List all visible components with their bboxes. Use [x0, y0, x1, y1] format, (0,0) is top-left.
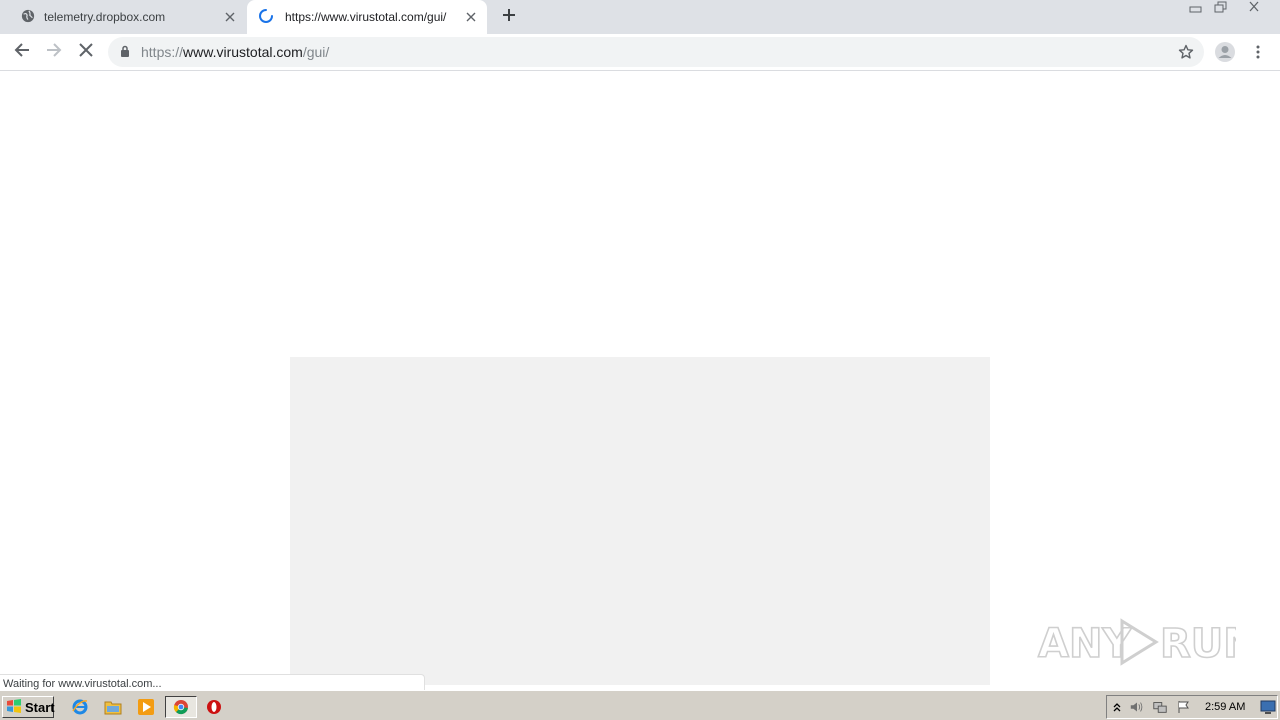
forward-button[interactable]	[42, 40, 66, 64]
stop-x-icon	[79, 42, 93, 62]
profile-avatar-icon[interactable]	[1214, 41, 1236, 63]
globe-icon	[21, 9, 35, 26]
url-text[interactable]: https://www.virustotal.com/gui/	[141, 44, 329, 60]
chrome-icon[interactable]	[165, 696, 197, 718]
browser-toolbar: https://www.virustotal.com/gui/	[0, 34, 1280, 71]
kebab-menu-icon[interactable]	[1250, 41, 1266, 63]
anyrun-watermark: ANY RUN	[1036, 607, 1236, 677]
tab-close-icon[interactable]	[463, 9, 479, 25]
taskbar: Start 2:59 AM	[0, 690, 1280, 720]
url-host: www.virustotal.com	[183, 44, 303, 60]
minimize-icon	[1189, 0, 1203, 18]
url-path: /gui/	[302, 44, 330, 60]
lock-icon[interactable]	[120, 45, 130, 63]
tab-strip: telemetry.dropbox.com https://www.virust…	[0, 0, 1280, 34]
close-icon	[1247, 0, 1261, 18]
svg-text:RUN: RUN	[1160, 621, 1236, 667]
screen: telemetry.dropbox.com https://www.virust…	[0, 0, 1280, 720]
network-icon[interactable]	[1152, 699, 1168, 715]
window-restore-button[interactable]	[1209, 0, 1233, 18]
action-center-flag-icon[interactable]	[1176, 699, 1192, 715]
plus-icon	[502, 8, 516, 27]
volume-icon[interactable]	[1129, 699, 1145, 715]
stop-loading-button[interactable]	[74, 40, 98, 64]
url-scheme: https://	[141, 44, 184, 60]
tab-title: telemetry.dropbox.com	[44, 10, 166, 24]
start-label: Start	[25, 699, 55, 715]
show-hidden-icons-icon[interactable]	[1109, 699, 1125, 715]
ie-icon[interactable]	[70, 697, 90, 717]
window-minimize-button[interactable]	[1184, 0, 1208, 18]
back-button[interactable]	[10, 40, 34, 64]
loading-spinner-icon	[258, 8, 274, 27]
new-tab-button[interactable]	[498, 6, 520, 28]
window-close-button[interactable]	[1236, 0, 1272, 18]
explorer-icon[interactable]	[103, 697, 123, 717]
media-player-icon[interactable]	[136, 697, 156, 717]
tab-virustotal[interactable]: https://www.virustotal.com/gui/	[247, 0, 487, 34]
opera-icon[interactable]	[204, 697, 224, 717]
start-button[interactable]: Start	[2, 696, 55, 718]
watermark-text: ANY	[1038, 621, 1132, 667]
page-content: ANY RUN Waiting for www.virustotal.com..…	[0, 72, 1280, 694]
bookmark-star-icon[interactable]	[1176, 42, 1196, 62]
system-tray: 2:59 AM	[1106, 695, 1278, 719]
tab-title: https://www.virustotal.com/gui/	[285, 10, 447, 24]
restore-icon	[1214, 0, 1228, 18]
tab-close-icon[interactable]	[222, 9, 238, 25]
address-bar[interactable]: https://www.virustotal.com/gui/	[108, 37, 1204, 67]
taskbar-clock[interactable]: 2:59 AM	[1205, 701, 1245, 713]
arrow-right-icon	[46, 42, 62, 63]
arrow-left-icon	[14, 42, 30, 63]
windows-logo-icon	[6, 698, 22, 717]
tab-telemetry-dropbox[interactable]: telemetry.dropbox.com	[8, 0, 246, 34]
show-desktop-icon[interactable]	[1260, 699, 1276, 715]
loading-placeholder	[290, 357, 990, 685]
